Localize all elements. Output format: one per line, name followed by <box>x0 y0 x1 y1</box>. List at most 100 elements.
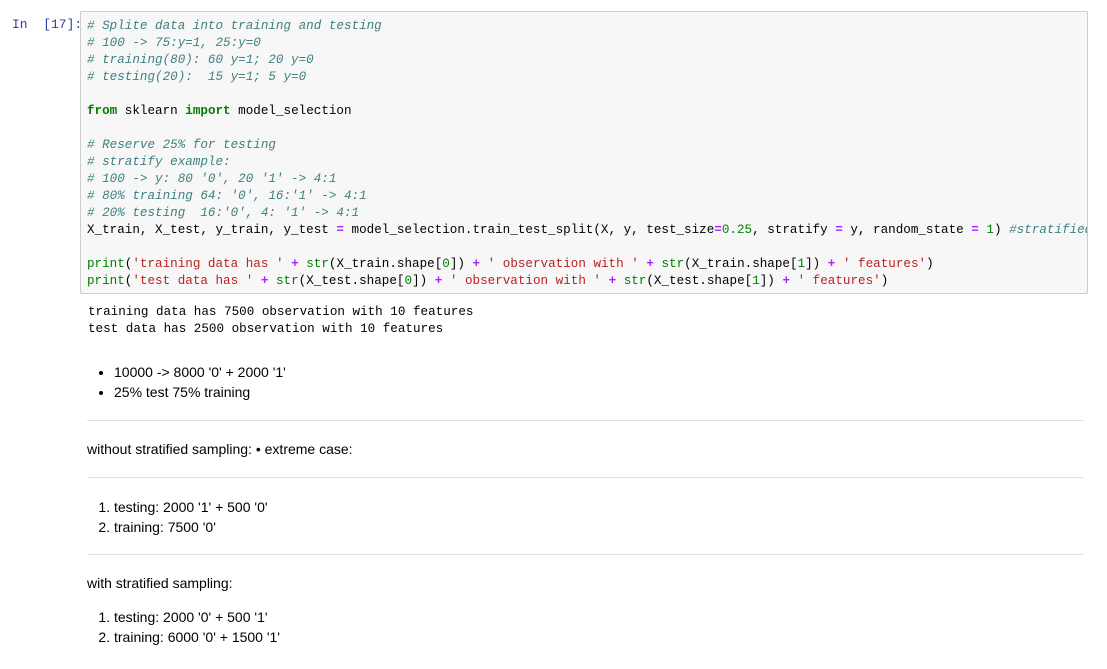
code-token: print <box>87 257 125 271</box>
code-token: model_selection <box>230 104 352 118</box>
code-line: # 80% training 64: '0', 16:'1' -> 4:1 <box>87 188 1087 205</box>
code-token: print <box>87 274 125 288</box>
code-token: # training(80): 60 y=1; 20 y=0 <box>87 53 314 67</box>
code-token: ]) <box>449 257 473 271</box>
code-token: str <box>306 257 329 271</box>
code-line: # Splite data into training and testing <box>87 18 1087 35</box>
list-item: 25% test 75% training <box>114 382 1083 402</box>
code-token: 'test data has ' <box>132 274 254 288</box>
code-line: print('test data has ' + str(X_test.shap… <box>87 273 1087 290</box>
code-line: X_train, X_test, y_train, y_test = model… <box>87 222 1087 239</box>
code-token: # 80% training 64: '0', 16:'1' -> 4:1 <box>87 189 367 203</box>
code-token: #stratified sampling <box>1009 223 1088 237</box>
code-token: X_train, X_test, y_train, y_test <box>87 223 337 237</box>
code-token: y, random_state <box>842 223 972 237</box>
code-token: sklearn <box>117 104 186 118</box>
code-token: 1 <box>986 223 994 237</box>
code-line: # 100 -> 75:y=1, 25:y=0 <box>87 35 1087 52</box>
code-token: 1 <box>752 274 760 288</box>
code-token: model_selection.train_test_split(X, y, t… <box>343 223 715 237</box>
list-item: testing: 2000 '1' + 500 '0' <box>114 497 1083 517</box>
markdown-bullets: 10000 -> 8000 '0' + 2000 '1' 25% test 75… <box>87 362 1083 402</box>
code-token: 0 <box>404 274 413 288</box>
code-line: # 100 -> y: 80 '0', 20 '1' -> 4:1 <box>87 171 1087 188</box>
code-token: , stratify <box>752 223 836 237</box>
code-token: 'training data has ' <box>132 257 284 271</box>
divider <box>87 420 1083 421</box>
code-line: # training(80): 60 y=1; 20 y=0 <box>87 52 1087 69</box>
code-line: # stratify example: <box>87 154 1087 171</box>
divider <box>87 477 1083 478</box>
code-token: ' observation with ' <box>487 257 639 271</box>
code-token: # stratify example: <box>87 155 231 169</box>
markdown-without-heading: without stratified sampling: • extreme c… <box>87 439 1083 459</box>
paragraph: with stratified sampling: <box>87 575 233 591</box>
code-token: (X_train.shape[ <box>684 257 798 271</box>
code-token: = <box>835 223 843 237</box>
code-line: # Reserve 25% for testing <box>87 137 1087 154</box>
code-token: (X_test.shape[ <box>646 274 753 288</box>
code-token: ]) <box>759 274 783 288</box>
code-token: + <box>472 257 481 271</box>
list-item: testing: 2000 '0' + 500 '1' <box>114 607 1083 627</box>
code-line: # 20% testing 16:'0', 4: '1' -> 4:1 <box>87 205 1087 222</box>
code-line: # testing(20): 15 y=1; 5 y=0 <box>87 69 1087 86</box>
list-item: training: 6000 '0' + 1500 '1' <box>114 627 1083 647</box>
code-token: + <box>291 257 299 271</box>
code-token: str <box>623 274 647 288</box>
code-cell-input[interactable]: # Splite data into training and testing #… <box>80 11 1088 294</box>
code-token: + <box>608 274 617 288</box>
code-token: ) <box>926 257 934 271</box>
code-token: ) <box>993 223 1010 237</box>
code-token: # testing(20): 15 y=1; 5 y=0 <box>87 70 307 84</box>
code-token: (X_train.shape[ <box>328 257 443 271</box>
paragraph: without stratified sampling: • extreme c… <box>87 441 353 457</box>
code-token: from <box>87 104 118 118</box>
code-token: ) <box>880 274 889 288</box>
code-token: 0 <box>442 257 450 271</box>
code-token: # Splite data into training and testing <box>87 19 382 33</box>
code-token: # Reserve 25% for testing <box>87 138 276 152</box>
code-token: 1 <box>797 257 806 271</box>
markdown-without-list: testing: 2000 '1' + 500 '0' training: 75… <box>87 497 1083 537</box>
code-token: (X_test.shape[ <box>298 274 405 288</box>
markdown-with-heading: with stratified sampling: <box>87 573 1083 593</box>
code-token: ' features' <box>797 274 881 288</box>
code-line: from sklearn import model_selection <box>87 103 1087 120</box>
code-token: str <box>661 257 685 271</box>
output-line: training data has 7500 observation with … <box>88 305 474 319</box>
code-line: print('training data has ' + str(X_train… <box>87 256 1087 273</box>
list-item: 10000 -> 8000 '0' + 2000 '1' <box>114 362 1083 382</box>
code-token: ]) <box>412 274 435 288</box>
code-token: ' features' <box>842 257 927 271</box>
code-token: = <box>971 223 979 237</box>
code-token: + <box>646 257 654 271</box>
code-token: str <box>275 274 299 288</box>
code-token: 0.25 <box>721 223 753 237</box>
input-prompt: In [17]: <box>12 17 83 32</box>
code-token: = <box>714 223 722 237</box>
cell-output: training data has 7500 observation with … <box>88 304 473 338</box>
code-token: = <box>336 223 344 237</box>
code-token: # 100 -> 75:y=1, 25:y=0 <box>87 36 261 50</box>
markdown-with-list: testing: 2000 '0' + 500 '1' training: 60… <box>87 607 1083 647</box>
code-token: import <box>185 104 231 118</box>
code-token: + <box>782 274 790 288</box>
list-item: training: 7500 '0' <box>114 517 1083 537</box>
code-token: # 20% testing 16:'0', 4: '1' -> 4:1 <box>87 206 360 220</box>
code-editor[interactable]: # Splite data into training and testing #… <box>81 12 1087 290</box>
code-token: ]) <box>805 257 828 271</box>
code-token: # 100 -> y: 80 '0', 20 '1' -> 4:1 <box>87 172 337 186</box>
divider <box>87 554 1083 555</box>
